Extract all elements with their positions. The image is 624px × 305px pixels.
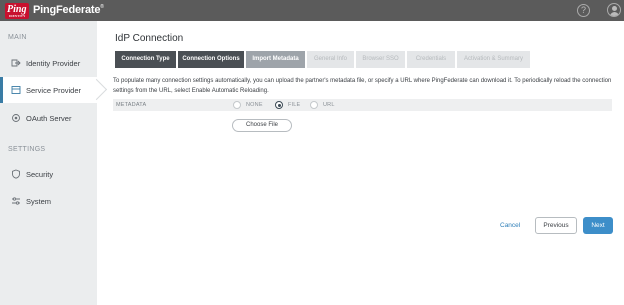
wizard-tabs: Connection Type Connection Options Impor…: [115, 51, 532, 68]
sidebar-item-oauth-server[interactable]: OAuth Server: [0, 105, 97, 131]
user-icon[interactable]: [607, 3, 621, 17]
description-text: To populate many connection settings aut…: [113, 78, 612, 94]
metadata-label: METADATA: [116, 102, 147, 108]
ping-logo[interactable]: Ping IDENTITY: [5, 3, 29, 19]
system-icon: [11, 196, 21, 206]
sidebar: MAIN Identity Provider Service Provider …: [0, 21, 100, 305]
product-name: PingFederate®: [33, 4, 104, 16]
previous-button[interactable]: Previous: [535, 217, 577, 234]
sidebar-item-label: OAuth Server: [26, 114, 72, 123]
cancel-link[interactable]: Cancel: [500, 222, 520, 229]
brand-trademark: ®: [100, 4, 104, 10]
sidebar-item-label: Identity Provider: [26, 59, 81, 68]
radio-file-label: FILE: [288, 102, 301, 108]
service-provider-icon: [11, 85, 21, 95]
sidebar-item-system[interactable]: System: [0, 188, 97, 214]
page-title: IdP Connection: [115, 33, 184, 44]
identity-provider-icon: [11, 58, 21, 68]
tab-activation-summary: Activation & Summary: [457, 51, 530, 68]
top-bar: Ping IDENTITY PingFederate® ?: [0, 0, 624, 21]
radio-url[interactable]: [310, 101, 318, 109]
tab-connection-options[interactable]: Connection Options: [178, 51, 244, 68]
tab-connection-type[interactable]: Connection Type: [115, 51, 176, 68]
tab-general-info: General Info: [307, 51, 354, 68]
oauth-icon: [11, 113, 21, 123]
tab-browser-sso: Browser SSO: [356, 51, 405, 68]
sidebar-item-label: Service Provider: [26, 86, 82, 95]
sidebar-item-service-provider[interactable]: Service Provider: [0, 77, 100, 103]
sidebar-item-security[interactable]: Security: [0, 161, 97, 187]
security-icon: [11, 169, 21, 179]
radio-none-label: NONE: [246, 102, 263, 108]
sidebar-item-identity-provider[interactable]: Identity Provider: [0, 50, 97, 76]
help-icon[interactable]: ?: [577, 4, 590, 17]
radio-url-label: URL: [323, 102, 335, 108]
next-button[interactable]: Next: [583, 217, 613, 234]
brand-text: PingFederate: [33, 4, 101, 16]
radio-file[interactable]: [275, 101, 283, 109]
sidebar-heading-settings: SETTINGS: [8, 146, 46, 153]
metadata-row: METADATA NONE FILE URL: [113, 99, 612, 111]
sidebar-heading-main: MAIN: [8, 34, 27, 41]
tab-import-metadata[interactable]: Import Metadata: [246, 51, 305, 68]
sidebar-item-label: System: [26, 197, 52, 206]
choose-file-button[interactable]: Choose File: [232, 119, 292, 132]
tab-credentials: Credentials: [407, 51, 455, 68]
logo-subtext: IDENTITY: [9, 14, 26, 18]
radio-none[interactable]: [233, 101, 241, 109]
sidebar-item-label: Security: [26, 170, 54, 179]
